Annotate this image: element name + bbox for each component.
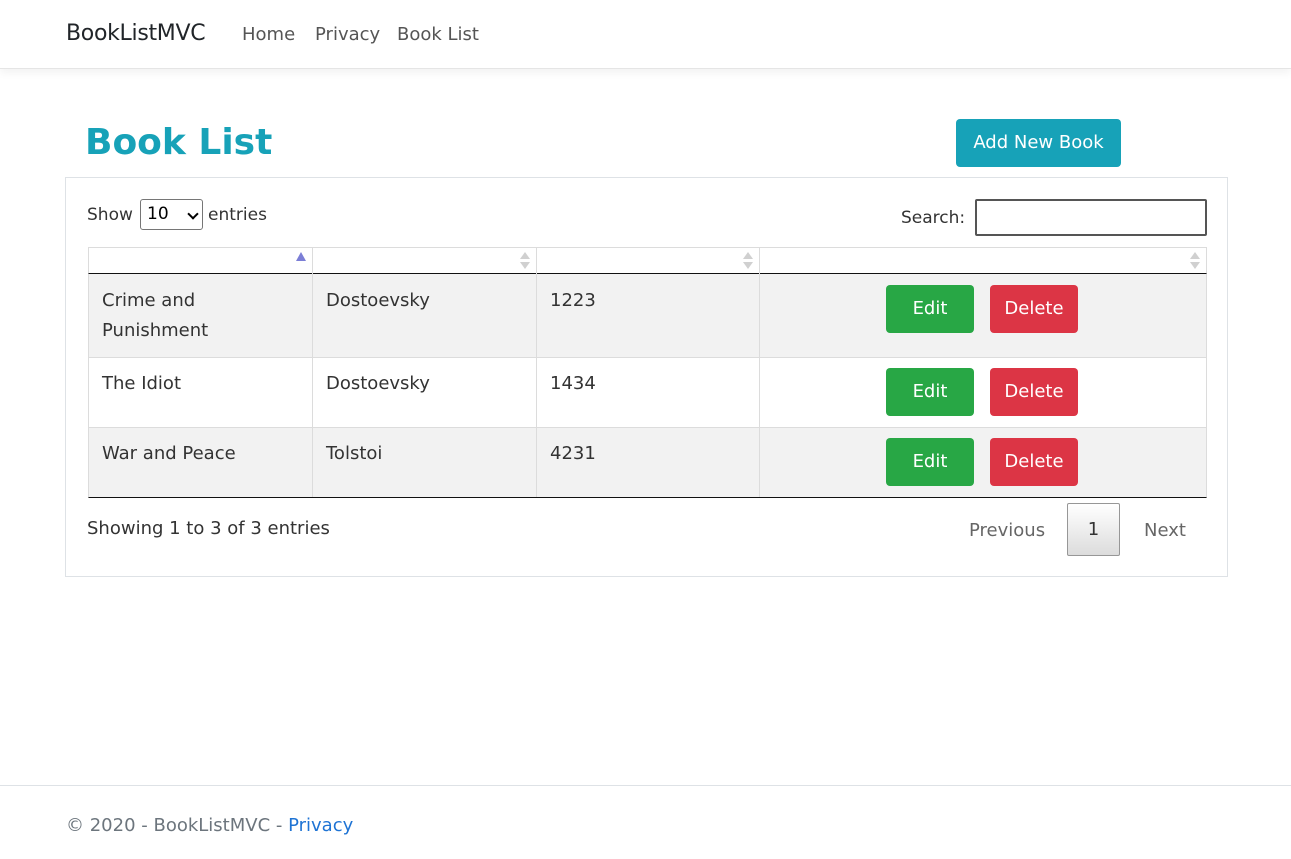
footer-text: © 2020 - BookListMVC - Privacy	[66, 815, 353, 836]
header-name[interactable]	[89, 248, 313, 274]
entries-label: entries	[208, 205, 267, 225]
cell-author: Dostoevsky	[313, 358, 537, 427]
header-isbn[interactable]	[537, 248, 760, 274]
table-row: The Idiot Dostoevsky 1434 Edit Delete	[88, 358, 1207, 428]
cell-author: Tolstoi	[313, 428, 537, 497]
header-actions[interactable]	[760, 248, 1206, 274]
navbar: BookListMVC Home Privacy Book List	[0, 0, 1291, 69]
footer-privacy-link[interactable]: Privacy	[288, 815, 353, 836]
search-label: Search:	[901, 208, 966, 228]
header-author[interactable]	[313, 248, 537, 274]
nav-link-home[interactable]: Home	[242, 24, 295, 45]
sort-icon	[520, 252, 530, 270]
delete-button[interactable]: Delete	[990, 285, 1078, 333]
edit-button[interactable]: Edit	[886, 285, 974, 333]
page-button-current[interactable]: 1	[1067, 503, 1120, 556]
nav-link-book-list[interactable]: Book List	[397, 24, 479, 45]
next-page-button[interactable]: Next	[1144, 520, 1186, 541]
delete-button[interactable]: Delete	[990, 368, 1078, 416]
chevron-down-icon	[187, 208, 199, 220]
previous-page-button[interactable]: Previous	[969, 520, 1045, 541]
cell-isbn: 4231	[537, 428, 760, 497]
cell-actions: Edit Delete	[760, 274, 1206, 357]
footer-copyright: © 2020 - BookListMVC -	[66, 815, 289, 836]
cell-author: Dostoevsky	[313, 274, 537, 357]
cell-book-name: War and Peace	[89, 428, 313, 497]
cell-book-name: Crime and Punishment	[89, 274, 313, 357]
edit-button[interactable]: Edit	[886, 368, 974, 416]
add-new-book-button[interactable]: Add New Book	[956, 119, 1121, 167]
table-row: War and Peace Tolstoi 4231 Edit Delete	[88, 428, 1207, 498]
cell-isbn: 1223	[537, 274, 760, 357]
delete-button[interactable]: Delete	[990, 438, 1078, 486]
edit-button[interactable]: Edit	[886, 438, 974, 486]
sort-icon	[743, 252, 753, 270]
cell-book-name: The Idiot	[89, 358, 313, 427]
entries-length-select[interactable]: 10	[140, 199, 203, 230]
search-input[interactable]	[975, 199, 1207, 236]
brand-link[interactable]: BookListMVC	[66, 21, 206, 46]
page-title: Book List	[85, 122, 273, 163]
table-header	[88, 247, 1207, 274]
sort-icon	[1190, 252, 1200, 270]
show-label: Show	[87, 205, 133, 225]
cell-actions: Edit Delete	[760, 358, 1206, 427]
entries-length-value: 10	[147, 204, 169, 224]
cell-actions: Edit Delete	[760, 428, 1206, 497]
table-row: Crime and Punishment Dostoevsky 1223 Edi…	[88, 274, 1207, 358]
nav-link-privacy[interactable]: Privacy	[315, 24, 380, 45]
table-info: Showing 1 to 3 of 3 entries	[87, 518, 330, 539]
cell-isbn: 1434	[537, 358, 760, 427]
sort-ascending-icon	[296, 252, 306, 261]
